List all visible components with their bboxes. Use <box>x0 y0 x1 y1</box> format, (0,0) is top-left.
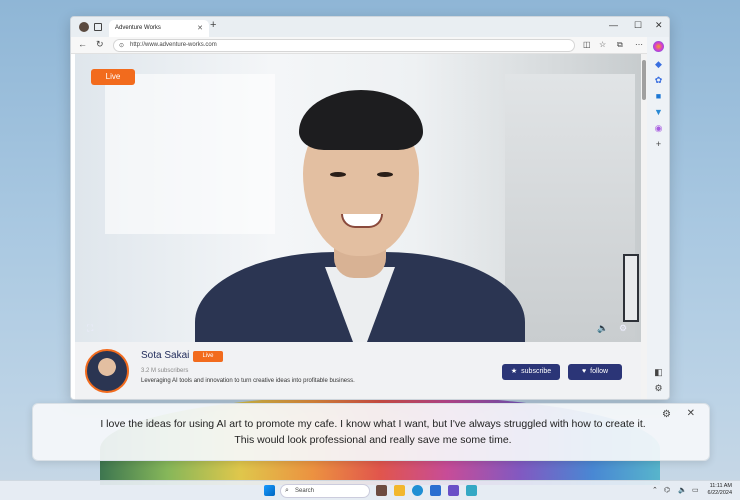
refresh-icon[interactable]: ↻ <box>96 39 104 50</box>
tab-adventure-works[interactable]: Adventure Works ✕ <box>109 20 209 37</box>
chevron-up-icon[interactable]: ⌃ <box>652 486 658 494</box>
channel-description: Leveraging AI tools and innovation to tu… <box>141 378 355 384</box>
start-icon[interactable] <box>264 485 275 496</box>
channel-avatar[interactable] <box>85 349 129 393</box>
back-icon[interactable]: ← <box>78 39 87 49</box>
more-icon[interactable]: ⋯ <box>635 40 643 49</box>
caption-settings-icon[interactable]: ⚙ <box>662 409 671 420</box>
search-icon: ⌕ <box>285 487 289 494</box>
tab-actions-icon[interactable] <box>94 23 102 31</box>
heart-icon: ♥ <box>581 368 587 375</box>
channel-info: Sota Sakai Live 3.2 M subscribers Levera… <box>75 342 641 399</box>
tools-icon[interactable]: ✿ <box>653 75 664 86</box>
split-screen-icon[interactable]: ◫ <box>583 40 591 49</box>
copilot-icon[interactable] <box>653 41 664 52</box>
fullscreen-icon[interactable]: ⛶ <box>87 323 93 334</box>
follow-label: follow <box>590 368 609 375</box>
search-placeholder: Search <box>295 488 315 494</box>
favorites-icon[interactable]: ☆ <box>599 40 606 49</box>
caption-text: I love the ideas for using AI art to pro… <box>100 418 646 446</box>
new-tab-icon[interactable]: + <box>210 19 216 31</box>
star-icon: ★ <box>510 368 518 375</box>
site-info-icon[interactable]: ⊙ <box>119 42 124 49</box>
volume-icon[interactable]: 🔈 <box>597 323 608 334</box>
caption-close-icon[interactable]: ✕ <box>687 408 695 419</box>
url-input[interactable]: ⊙ http://www.adventure-works.com <box>113 39 575 52</box>
shopping-icon[interactable]: ◆ <box>653 59 664 70</box>
network-icon[interactable]: ⌬ <box>664 486 670 494</box>
designer-icon[interactable]: ◉ <box>653 123 664 134</box>
maximize-icon[interactable]: ☐ <box>634 20 642 31</box>
browser-window: Adventure Works ✕ + — ☐ ✕ ← ↻ ⊙ http://w… <box>70 16 670 400</box>
minimize-icon[interactable]: — <box>609 20 618 30</box>
store-icon[interactable] <box>430 485 441 496</box>
close-tab-icon[interactable]: ✕ <box>197 24 203 32</box>
profile-icon[interactable] <box>79 22 89 32</box>
subscribe-label: subscribe <box>521 368 552 375</box>
collections-icon[interactable]: ⧉ <box>617 40 623 50</box>
address-bar: ← ↻ ⊙ http://www.adventure-works.com ◫ ☆… <box>71 37 669 54</box>
url-text: http://www.adventure-works.com <box>130 42 217 48</box>
games-icon[interactable]: ▼ <box>653 107 664 118</box>
add-sidebar-app-icon[interactable]: + <box>653 139 664 150</box>
follow-button[interactable]: ♥ follow <box>568 364 622 380</box>
task-view-icon[interactable] <box>376 485 387 496</box>
presenter <box>195 54 525 342</box>
outlook-icon[interactable]: ■ <box>653 91 664 102</box>
edge-icon[interactable] <box>412 485 423 496</box>
tab-title: Adventure Works <box>115 25 161 31</box>
edge-sidebar: ◆ ✿ ■ ▼ ◉ + ◧ ⚙ <box>647 37 669 399</box>
video-background-frame <box>623 254 639 322</box>
subscriber-count: 3.2 M subscribers <box>141 368 189 374</box>
volume-tray-icon[interactable]: 🔈 <box>678 486 687 494</box>
channel-live-badge: Live <box>193 351 223 362</box>
app-icon[interactable] <box>466 485 477 496</box>
page-viewport: Live ⛶ 🔈 ⚙ Sota Sakai Live 3.2 M subscri… <box>71 54 641 399</box>
clock-time: 11:11 AM <box>709 483 732 489</box>
taskbar: ⌕ Search ⌃ ⌬ 🔈 ▭ 11:11 AM 6/22/2024 <box>0 480 740 500</box>
sidebar-settings-icon[interactable]: ⚙ <box>653 383 664 394</box>
channel-name[interactable]: Sota Sakai <box>141 350 189 361</box>
live-indicator: Live <box>91 69 135 85</box>
file-explorer-icon[interactable] <box>394 485 405 496</box>
scrollbar-thumb[interactable] <box>642 60 646 100</box>
settings-icon[interactable]: ⚙ <box>619 323 627 334</box>
clock-date: 6/22/2024 <box>707 490 732 496</box>
system-clock[interactable]: 11:11 AM 6/22/2024 <box>708 483 732 497</box>
battery-icon[interactable]: ▭ <box>692 486 699 494</box>
live-caption-panel: I love the ideas for using AI art to pro… <box>32 403 710 461</box>
teams-icon[interactable] <box>448 485 459 496</box>
video-player[interactable]: Live ⛶ 🔈 ⚙ <box>75 54 641 342</box>
subscribe-button[interactable]: ★ subscribe <box>502 364 560 380</box>
hide-sidebar-icon[interactable]: ◧ <box>653 367 664 378</box>
taskbar-search[interactable]: ⌕ Search <box>280 484 370 498</box>
close-window-icon[interactable]: ✕ <box>655 20 663 31</box>
tab-bar: Adventure Works ✕ + — ☐ ✕ <box>71 17 669 37</box>
